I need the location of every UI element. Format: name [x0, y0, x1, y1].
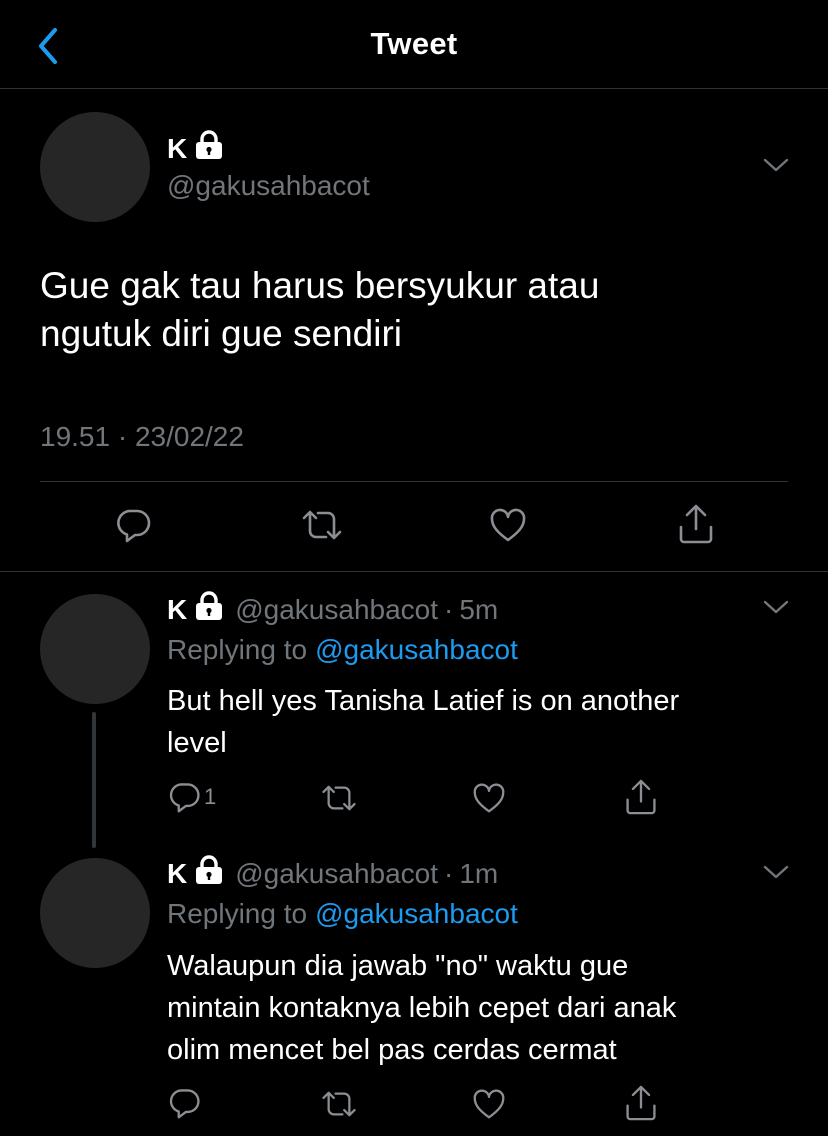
tweet-text: Gue gak tau harus bersyukur atau ngutuk …	[40, 262, 790, 358]
reply-text-line: mintain kontaknya lebih cepet dari anak	[167, 992, 677, 1024]
share-icon	[626, 1085, 656, 1121]
chevron-down-icon	[763, 600, 789, 614]
lock-icon	[193, 591, 225, 629]
like-button[interactable]	[489, 507, 527, 543]
reply-count: 1	[204, 784, 217, 809]
reply-icon	[169, 1089, 200, 1119]
author-handle[interactable]: @gakusahbacot	[235, 857, 438, 891]
reply-text-line: Walaupun dia jawab "no" waktu gue	[167, 950, 629, 982]
reply-icon	[117, 509, 151, 543]
reply-header: K @gakusahbacot · 5m	[167, 591, 498, 629]
divider	[40, 481, 788, 482]
retweet-icon	[322, 785, 356, 811]
avatar[interactable]	[40, 858, 150, 968]
author-name-row[interactable]: K	[167, 130, 225, 168]
replying-to: Replying to @gakusahbacot	[167, 634, 518, 666]
more-options-button[interactable]	[762, 156, 790, 179]
author-handle[interactable]: @gakusahbacot	[167, 170, 370, 202]
like-button[interactable]	[472, 782, 506, 814]
reply-button[interactable]	[115, 506, 153, 544]
share-icon	[679, 504, 713, 544]
separator-dot: ·	[444, 858, 454, 889]
retweet-button[interactable]	[300, 507, 344, 543]
author-name[interactable]: K	[167, 593, 187, 627]
retweet-icon	[302, 510, 342, 540]
tweet-text-line: Gue gak tau harus bersyukur atau	[40, 265, 600, 306]
reply-button[interactable]: 1	[168, 780, 216, 814]
reply-button[interactable]	[168, 1086, 204, 1120]
like-icon	[490, 508, 526, 542]
like-icon	[473, 783, 505, 813]
tweet-detail-screen: Tweet K @gakusahbacot Gue gak tau harus …	[0, 0, 828, 1136]
reply-icon	[169, 783, 200, 813]
divider	[0, 571, 828, 572]
reply-text: But hell yes Tanisha Latief is on anothe…	[167, 680, 787, 764]
tweet-timestamp[interactable]: 19.51 · 23/02/22	[40, 421, 244, 453]
reply-header: K @gakusahbacot · 1m	[167, 855, 498, 893]
mention-link[interactable]: @gakusahbacot	[315, 634, 518, 665]
reply-time[interactable]: 5m	[459, 593, 498, 627]
lock-icon	[193, 130, 225, 168]
replying-to-label: Replying to	[167, 634, 308, 665]
avatar[interactable]	[40, 112, 150, 222]
retweet-icon	[322, 1091, 356, 1117]
reply-text-line: level	[167, 727, 227, 759]
share-icon	[626, 779, 656, 815]
like-button[interactable]	[472, 1088, 506, 1120]
more-options-button[interactable]	[762, 598, 790, 621]
page-title: Tweet	[370, 26, 458, 61]
chevron-down-icon	[763, 158, 789, 172]
mention-link[interactable]: @gakusahbacot	[315, 898, 518, 929]
lock-icon	[193, 855, 225, 893]
replying-to: Replying to @gakusahbacot	[167, 898, 518, 930]
reply-text-line: olim mencet bel pas cerdas cermat	[167, 1034, 617, 1066]
author-name: K	[167, 133, 188, 164]
chevron-down-icon	[763, 865, 789, 879]
like-icon	[473, 1089, 505, 1119]
share-button[interactable]	[624, 1084, 658, 1122]
thread-line	[92, 712, 96, 848]
share-button[interactable]	[677, 503, 715, 545]
more-options-button[interactable]	[762, 863, 790, 886]
reply-time[interactable]: 1m	[459, 857, 498, 891]
share-button[interactable]	[624, 778, 658, 816]
tweet-text-line: ngutuk diri gue sendiri	[40, 313, 402, 354]
replying-to-label: Replying to	[167, 898, 308, 929]
top-bar: Tweet	[0, 0, 828, 89]
reply-text: Walaupun dia jawab "no" waktu gue mintai…	[167, 945, 787, 1071]
reply-text-line: But hell yes Tanisha Latief is on anothe…	[167, 685, 680, 717]
retweet-button[interactable]	[320, 1088, 358, 1120]
separator-dot: ·	[444, 594, 454, 625]
author-handle[interactable]: @gakusahbacot	[235, 593, 438, 627]
avatar[interactable]	[40, 594, 150, 704]
author-name[interactable]: K	[167, 857, 187, 891]
retweet-button[interactable]	[320, 782, 358, 814]
